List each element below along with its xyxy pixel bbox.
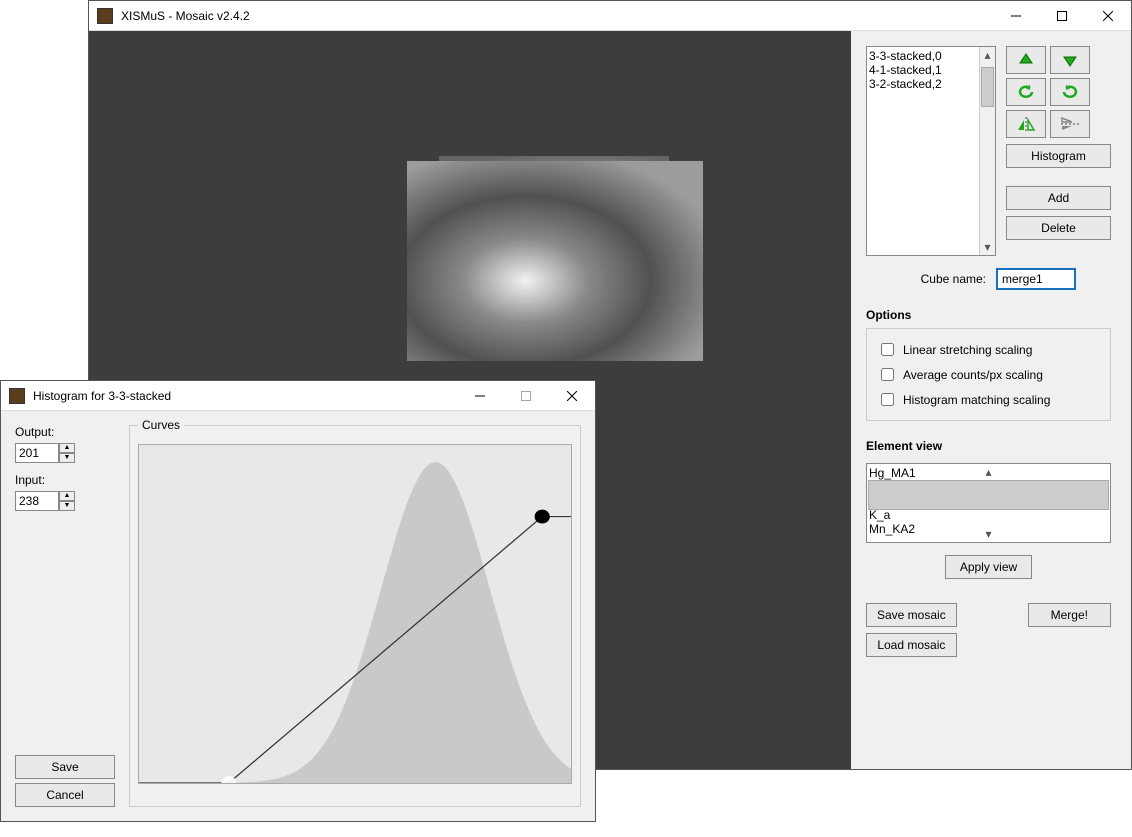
cube-name-label: Cube name: bbox=[866, 272, 986, 286]
side-panel: 3-3-stacked,0 4-1-stacked,1 3-2-stacked,… bbox=[851, 31, 1131, 769]
linear-scaling-checkbox[interactable] bbox=[881, 343, 894, 356]
scroll-thumb[interactable] bbox=[868, 480, 1109, 510]
scrollbar[interactable]: ▴ ▾ bbox=[979, 47, 995, 255]
element-list[interactable]: Hg_MA1 Hg_MB Hg_MG K_a Mn_KA2 ▴ ▾ bbox=[866, 463, 1111, 543]
main-title: XISMuS - Mosaic v2.4.2 bbox=[121, 9, 993, 23]
hist-scaling-checkbox[interactable] bbox=[881, 393, 894, 406]
save-button[interactable]: Save bbox=[15, 755, 115, 779]
close-button[interactable] bbox=[549, 381, 595, 411]
minimize-button[interactable] bbox=[457, 381, 503, 411]
spin-down-icon[interactable]: ▼ bbox=[59, 501, 75, 511]
list-item[interactable]: 3-2-stacked,2 bbox=[869, 77, 993, 91]
main-titlebar: XISMuS - Mosaic v2.4.2 bbox=[89, 1, 1131, 31]
rotate-cw-button[interactable] bbox=[1050, 78, 1090, 106]
input-label: Input: bbox=[15, 473, 115, 487]
item-list[interactable]: 3-3-stacked,0 4-1-stacked,1 3-2-stacked,… bbox=[866, 46, 996, 256]
curves-plot[interactable] bbox=[138, 444, 572, 784]
options-title: Options bbox=[866, 308, 1111, 322]
curves-panel: Curves bbox=[129, 425, 581, 807]
merge-button[interactable]: Merge! bbox=[1028, 603, 1111, 627]
save-mosaic-button[interactable]: Save mosaic bbox=[866, 603, 957, 627]
list-item[interactable]: K_a bbox=[869, 508, 1108, 522]
input-input[interactable] bbox=[15, 491, 59, 511]
options-box: Linear stretching scaling Average counts… bbox=[866, 328, 1111, 421]
rotate-ccw-button[interactable] bbox=[1006, 78, 1046, 106]
load-mosaic-button[interactable]: Load mosaic bbox=[866, 633, 957, 657]
avg-scaling-label: Average counts/px scaling bbox=[903, 368, 1043, 382]
output-spinner[interactable]: ▲▼ bbox=[15, 443, 75, 463]
input-spinner[interactable]: ▲▼ bbox=[15, 491, 75, 511]
spin-down-icon[interactable]: ▼ bbox=[59, 453, 75, 463]
scroll-up-icon[interactable]: ▴ bbox=[980, 47, 995, 63]
curves-label: Curves bbox=[138, 418, 184, 432]
move-down-button[interactable] bbox=[1050, 46, 1090, 74]
cube-name-input[interactable] bbox=[996, 268, 1076, 290]
cancel-button[interactable]: Cancel bbox=[15, 783, 115, 807]
add-button[interactable]: Add bbox=[1006, 186, 1111, 210]
app-icon bbox=[97, 8, 113, 24]
list-item[interactable]: 3-3-stacked,0 bbox=[869, 49, 993, 63]
minimize-button[interactable] bbox=[993, 1, 1039, 31]
scroll-thumb[interactable] bbox=[981, 67, 994, 107]
flip-horizontal-button[interactable] bbox=[1006, 110, 1046, 138]
apply-view-button[interactable]: Apply view bbox=[945, 555, 1032, 579]
close-button[interactable] bbox=[1085, 1, 1131, 31]
histogram-titlebar: Histogram for 3-3-stacked bbox=[1, 381, 595, 411]
spin-up-icon[interactable]: ▲ bbox=[59, 443, 75, 453]
scroll-down-icon[interactable]: ▾ bbox=[867, 526, 1110, 542]
scroll-down-icon[interactable]: ▾ bbox=[980, 239, 995, 255]
maximize-button bbox=[503, 381, 549, 411]
scroll-up-icon[interactable]: ▴ bbox=[867, 464, 1110, 480]
flip-vertical-button[interactable] bbox=[1050, 110, 1090, 138]
linear-scaling-label: Linear stretching scaling bbox=[903, 343, 1032, 357]
mosaic-tile[interactable] bbox=[407, 161, 703, 361]
histogram-window: Histogram for 3-3-stacked Output: ▲▼ Inp… bbox=[0, 380, 596, 822]
output-label: Output: bbox=[15, 425, 115, 439]
hist-scaling-label: Histogram matching scaling bbox=[903, 393, 1050, 407]
avg-scaling-checkbox[interactable] bbox=[881, 368, 894, 381]
output-input[interactable] bbox=[15, 443, 59, 463]
histogram-button[interactable]: Histogram bbox=[1006, 144, 1111, 168]
histogram-title: Histogram for 3-3-stacked bbox=[33, 389, 457, 403]
list-item[interactable]: 4-1-stacked,1 bbox=[869, 63, 993, 77]
element-view-title: Element view bbox=[866, 439, 1111, 453]
move-up-button[interactable] bbox=[1006, 46, 1046, 74]
spin-up-icon[interactable]: ▲ bbox=[59, 491, 75, 501]
app-icon bbox=[9, 388, 25, 404]
delete-button[interactable]: Delete bbox=[1006, 216, 1111, 240]
maximize-button[interactable] bbox=[1039, 1, 1085, 31]
